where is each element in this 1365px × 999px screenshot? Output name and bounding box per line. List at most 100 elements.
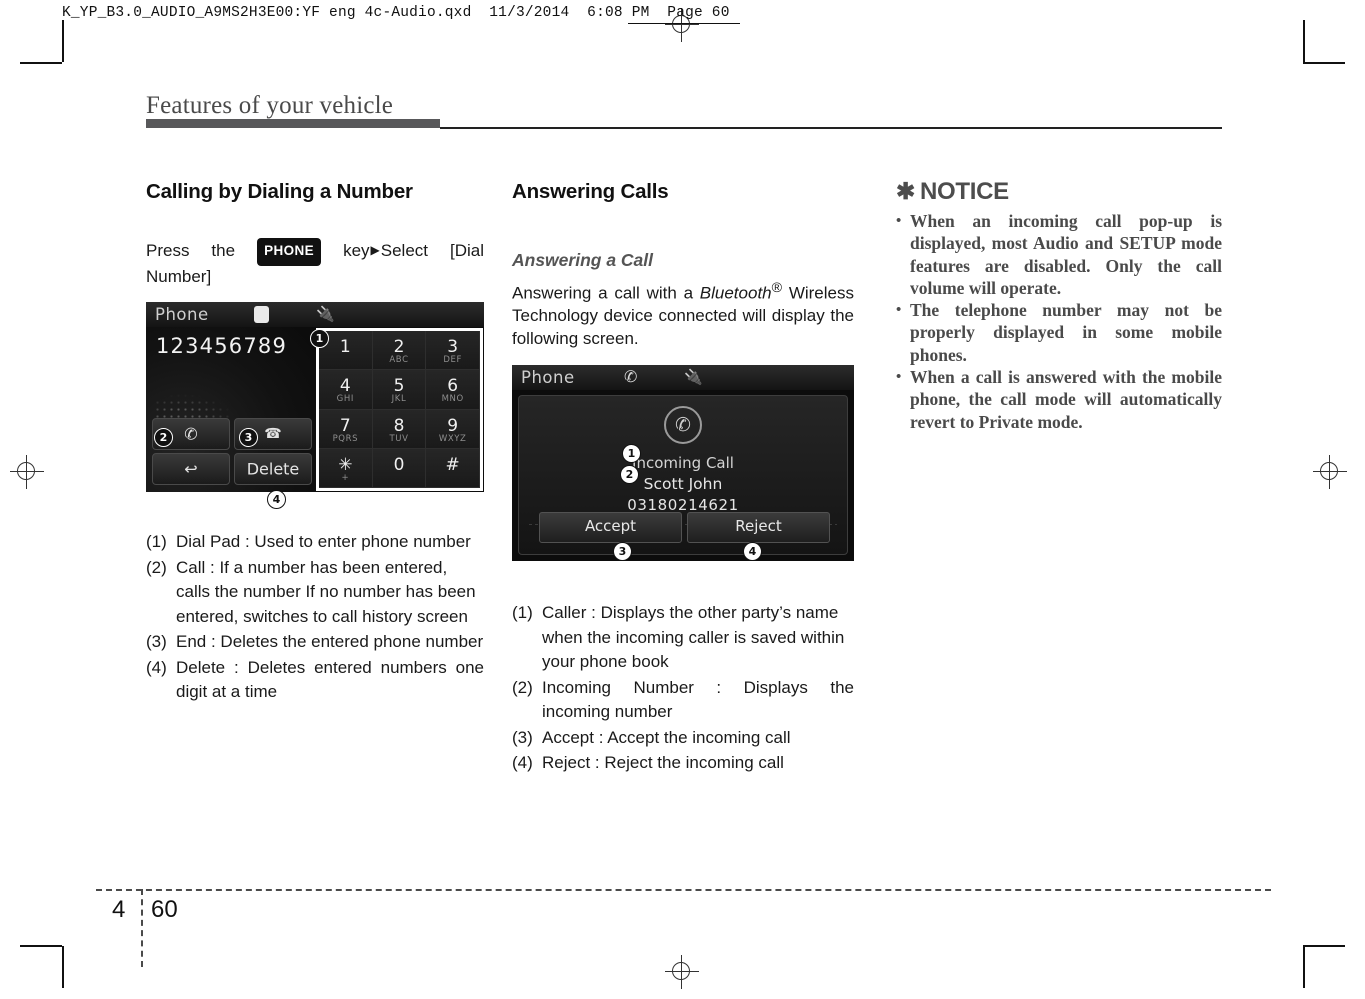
- keypad-key-5[interactable]: 5 JKL: [373, 370, 427, 409]
- keypad-key-4[interactable]: 4 GHI: [319, 370, 373, 409]
- section-heading-answering: Answering Calls: [512, 180, 854, 204]
- crop-mark-top-right-h: [1303, 62, 1345, 64]
- keypad-key-9[interactable]: 9 WXYZ: [426, 410, 480, 449]
- reject-button[interactable]: Reject: [687, 512, 830, 543]
- accept-button[interactable]: Accept: [539, 512, 682, 543]
- answering-intro-paragraph: Answering a call with a Bluetooth® Wirel…: [512, 277, 854, 350]
- bullet-icon: •: [896, 299, 910, 366]
- list-item-number: (2): [512, 676, 542, 725]
- bluetooth-wordmark: Bluetooth: [700, 284, 772, 303]
- incoming-call-dialog: ✆ Incoming Call Scott John 03180214621 A…: [518, 395, 848, 555]
- keypad-key-3[interactable]: 3 DEF: [426, 331, 480, 370]
- page-title: Features of your vehicle: [146, 92, 393, 120]
- delete-button[interactable]: Delete: [234, 453, 312, 485]
- section-heading-calling: Calling by Dialing a Number: [146, 180, 484, 204]
- bullet-icon: •: [896, 366, 910, 433]
- list-item: (3) End : Deletes the entered phone numb…: [146, 630, 484, 655]
- call-screen-title: Phone: [521, 368, 575, 387]
- title-accent-bar: [146, 119, 440, 128]
- list-item-text: Caller : Displays the other party’s name…: [542, 601, 854, 675]
- notice-item-text: When an incoming call pop-up is displaye…: [910, 210, 1222, 299]
- keypad-key-digit: #: [426, 455, 479, 475]
- list-item: (1) Dial Pad : Used to enter phone numbe…: [146, 530, 484, 555]
- calling-intro-paragraph: Press the PHONE key▶Select [Dial Number]: [146, 238, 484, 288]
- incoming-call-screen-image: Phone ✆ 🔌 ✆ Incoming Call Scott John 031…: [512, 365, 854, 561]
- list-item-number: (4): [512, 751, 542, 776]
- crop-mark-top-left-h: [20, 62, 62, 64]
- footer-dashed-rule: [96, 889, 1271, 891]
- dial-keypad[interactable]: 1 2 ABC 3 DEF 4 GHI 5 JKL 6 MNO 7 PQRS 8 TUV 9 WXYZ ✳ +0 #: [316, 328, 483, 491]
- keypad-key-8[interactable]: 8 TUV: [373, 410, 427, 449]
- registration-mark-left: [10, 455, 44, 489]
- keypad-key-letters: PQRS: [319, 434, 372, 444]
- keypad-key-digit: ✳: [319, 455, 372, 475]
- prepress-file-header: K_YP_B3.0_AUDIO_A9MS2H3E00:YF eng 4c-Aud…: [62, 5, 730, 21]
- keypad-key-letters: GHI: [319, 394, 372, 404]
- list-item-number: (2): [146, 556, 176, 630]
- keypad-key-digit: 5: [373, 376, 426, 396]
- callout-marker-3: 3: [613, 542, 632, 561]
- bullet-icon: •: [896, 210, 910, 299]
- back-arrow-icon: ↩: [153, 460, 229, 479]
- list-item: (2) Incoming Number : Displays the incom…: [512, 676, 854, 725]
- list-item: (3) Accept : Accept the incoming call: [512, 726, 854, 751]
- callout-marker-4: 4: [743, 542, 762, 561]
- crop-mark-bottom-left-v: [62, 946, 64, 988]
- list-item: (1) Caller : Displays the other party’s …: [512, 601, 854, 675]
- list-item-number: (1): [146, 530, 176, 555]
- registration-mark-bottom: [665, 955, 699, 989]
- list-item: (4) Delete : Deletes entered numbers one…: [146, 656, 484, 705]
- incoming-call-status: Incoming Call: [519, 454, 847, 472]
- registration-mark-right: [1313, 455, 1347, 489]
- entered-number-display: 123456789: [156, 334, 287, 358]
- keypad-key-digit: 3: [426, 337, 479, 357]
- dial-screen-title: Phone: [155, 305, 209, 324]
- crop-mark-top-left-v: [62, 20, 64, 62]
- dial-pad-screen-image: Phone ␿ 🔌 123456789 ✆ ☎ ↩ Delete 1 2 ABC 3 D…: [146, 302, 484, 492]
- callout-marker-2: 2: [154, 428, 173, 447]
- crop-mark-top-right-v: [1303, 20, 1305, 62]
- keypad-key-0[interactable]: 0: [373, 449, 427, 488]
- keypad-key-6[interactable]: 6 MNO: [426, 370, 480, 409]
- keypad-key-letters: MNO: [426, 394, 479, 404]
- registered-trademark-symbol: ®: [772, 280, 782, 296]
- incoming-call-avatar-icon: ✆: [664, 406, 702, 444]
- keypad-key-letters: WXYZ: [426, 434, 479, 444]
- list-item: (4) Reject : Reject the incoming call: [512, 751, 854, 776]
- bluetooth-icon: ␿: [254, 306, 269, 323]
- notice-item-text: When a call is answered with the mobile …: [910, 366, 1222, 433]
- keypad-key-digit: 2: [373, 337, 426, 357]
- list-item-number: (4): [146, 656, 176, 705]
- notice-bullet-list: • When an incoming call pop-up is displa…: [896, 210, 1222, 433]
- accept-button-label: Accept: [540, 517, 681, 535]
- keypad-key-✳[interactable]: ✳ +: [319, 449, 373, 488]
- footer-dashed-divider: [141, 889, 143, 967]
- list-item: • When a call is answered with the mobil…: [896, 366, 1222, 433]
- list-item-number: (1): [512, 601, 542, 675]
- column-two: Answering Calls Answering a Call Answeri…: [512, 180, 854, 777]
- callout-marker-3: 3: [239, 428, 258, 447]
- keypad-key-7[interactable]: 7 PQRS: [319, 410, 373, 449]
- keypad-key-#[interactable]: #: [426, 449, 480, 488]
- keypad-key-digit: 0: [373, 455, 426, 475]
- step-arrow-icon: ▶: [370, 239, 381, 262]
- intro-after-key-text: key: [343, 241, 369, 260]
- notice-heading: ✱ NOTICE: [896, 178, 1222, 206]
- intro-text-part1: Answering a call with a: [512, 284, 700, 303]
- dial-pad-legend-list: (1) Dial Pad : Used to enter phone numbe…: [146, 530, 484, 705]
- keypad-key-2[interactable]: 2 ABC: [373, 331, 427, 370]
- usb-icon: 🔌: [316, 305, 335, 323]
- list-item-text: End : Deletes the entered phone number: [176, 630, 484, 655]
- keypad-key-letters: ABC: [373, 355, 426, 365]
- list-item-text: Accept : Accept the incoming call: [542, 726, 854, 751]
- handset-glyph-icon: ✆: [666, 410, 700, 440]
- list-item-text: Incoming Number : Displays the incoming …: [542, 676, 854, 725]
- phone-key-badge[interactable]: PHONE: [257, 238, 321, 266]
- back-button[interactable]: ↩: [152, 453, 230, 485]
- crop-mark-bottom-right-h: [1303, 945, 1345, 947]
- crop-mark-bottom-left-h: [20, 945, 62, 947]
- delete-button-label: Delete: [235, 460, 311, 479]
- list-item: • When an incoming call pop-up is displa…: [896, 210, 1222, 299]
- keypad-key-digit: 6: [426, 376, 479, 396]
- list-item: (2) Call : If a number has been entered,…: [146, 556, 484, 630]
